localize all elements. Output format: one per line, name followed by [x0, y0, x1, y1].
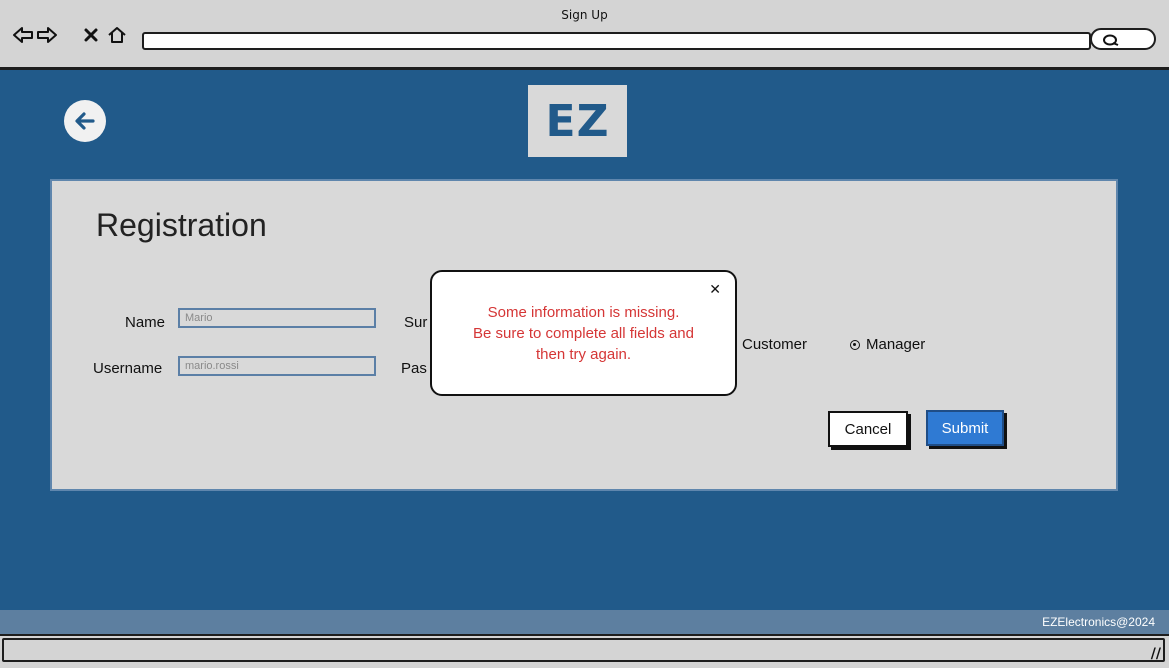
forward-arrow-icon[interactable] [36, 24, 58, 46]
cancel-button[interactable]: Cancel [828, 411, 908, 447]
arrow-left-icon [75, 112, 95, 130]
error-message: Some information is missing. Be sure to … [432, 302, 735, 365]
error-line-3: then try again. [535, 346, 632, 363]
search-field[interactable] [1090, 28, 1156, 50]
back-arrow-icon[interactable] [12, 24, 34, 46]
submit-button[interactable]: Submit [926, 410, 1004, 446]
password-label: Pas [401, 360, 427, 377]
error-line-2: Be sure to complete all fields and [473, 325, 694, 342]
status-bar: // [0, 636, 1169, 668]
browser-chrome: Sign Up [0, 0, 1169, 70]
page-title: Registration [96, 207, 267, 243]
username-field[interactable]: mario.rossi [178, 356, 376, 376]
resize-handle-icon[interactable]: // [1151, 646, 1161, 662]
footer: EZElectronics@2024 [0, 610, 1169, 636]
footer-copyright: EZElectronics@2024 [1042, 615, 1155, 629]
role-customer-radio[interactable]: Customer [742, 336, 807, 353]
address-bar[interactable] [142, 32, 1091, 50]
error-line-1: Some information is missing. [487, 304, 680, 321]
home-icon[interactable] [106, 24, 128, 46]
manager-label: Manager [866, 336, 926, 353]
search-icon [1102, 33, 1122, 52]
customer-label: Customer [742, 336, 808, 353]
window-title: Sign Up [561, 8, 608, 22]
surname-label: Sur [404, 314, 428, 331]
name-label: Name [125, 314, 166, 331]
back-button[interactable] [64, 100, 106, 142]
name-field[interactable]: Mario [178, 308, 376, 328]
error-dialog: ✕ Some information is missing. Be sure t… [430, 270, 737, 396]
stop-icon[interactable] [80, 24, 102, 46]
ez-logo: EZ [528, 85, 627, 157]
radio-selected-icon [850, 339, 860, 350]
close-icon[interactable]: ✕ [709, 282, 721, 298]
role-manager-radio[interactable]: Manager [850, 336, 925, 353]
username-label: Username [93, 360, 163, 377]
